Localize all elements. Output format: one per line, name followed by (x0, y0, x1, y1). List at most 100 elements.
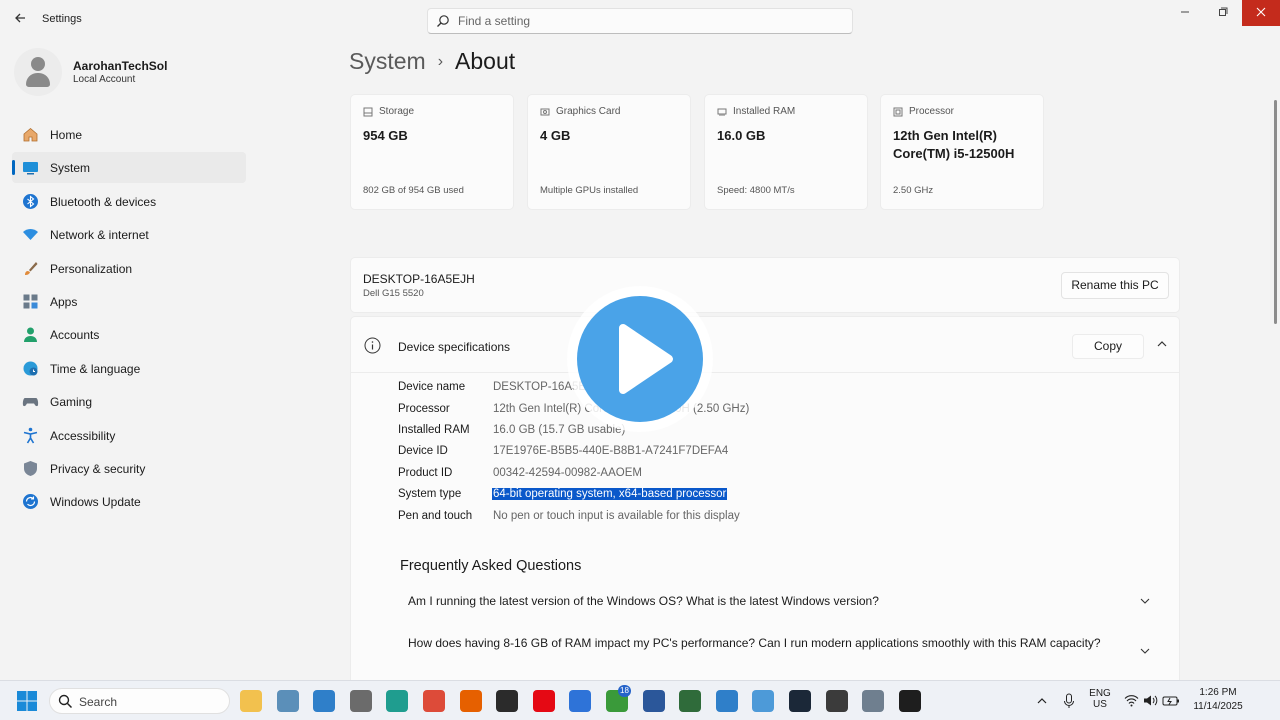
settings-icon[interactable] (862, 690, 884, 712)
breadcrumb-parent[interactable]: System (349, 48, 426, 74)
taskbar-search-label: Search (79, 695, 118, 709)
video-play-button[interactable] (567, 286, 713, 432)
spec-key: System type (398, 488, 462, 500)
pc-model: Dell G15 5520 (363, 288, 424, 299)
close-button[interactable] (1242, 0, 1280, 26)
input-language[interactable]: ENG US (1088, 688, 1112, 710)
photos-icon[interactable] (313, 690, 335, 712)
chevron-down-icon[interactable] (1139, 595, 1151, 607)
cube-app-icon[interactable] (679, 690, 701, 712)
processor-icon (893, 107, 903, 117)
sidebar-item-privacy[interactable]: Privacy & security (12, 453, 246, 484)
avatar (14, 48, 62, 96)
card-title: Graphics Card (556, 106, 621, 117)
chevron-up-icon[interactable] (1155, 337, 1169, 351)
taskbar: Search 18 ENG US 1:26 PM 11/14/2025 (0, 680, 1280, 720)
network-icon (23, 229, 38, 241)
battery-icon[interactable] (1162, 694, 1180, 707)
system-clock[interactable]: 1:26 PM 11/14/2025 (1188, 686, 1248, 714)
notification-badge: 18 (618, 685, 631, 697)
microphone-icon[interactable] (1063, 693, 1075, 709)
back-button[interactable] (8, 10, 32, 30)
card-title: Processor (909, 106, 955, 117)
paintbrush-icon (25, 261, 38, 275)
terminal-icon[interactable] (899, 690, 921, 712)
copy-button[interactable]: Copy (1072, 334, 1144, 359)
sidebar-item-network[interactable]: Network & internet (12, 219, 246, 250)
sidebar-item-personalization[interactable]: Personalization (12, 253, 246, 284)
sidebar-item-system[interactable]: System (12, 152, 246, 184)
start-windows-icon[interactable] (16, 690, 38, 712)
card-title: Storage (379, 106, 415, 117)
installed-ram-card[interactable]: Installed RAM 16.0 GB Speed: 4800 MT/s (704, 94, 868, 210)
sidebar-item-apps[interactable]: Apps (12, 286, 246, 317)
sidebar-item-label: Accounts (50, 328, 100, 343)
sidebar-item-label: System (50, 161, 91, 176)
minimize-button[interactable] (1166, 0, 1204, 26)
region-code: US (1093, 699, 1107, 710)
search-box[interactable] (427, 8, 853, 34)
back-arrow-icon (15, 13, 25, 23)
rename-pc-button[interactable]: Rename this PC (1061, 272, 1169, 299)
processor-card[interactable]: Processor 12th Gen Intel(R) Core(TM) i5-… (880, 94, 1044, 210)
wifi-icon[interactable] (1124, 694, 1139, 707)
file-explorer-icon[interactable] (240, 690, 262, 712)
graphics-card-card[interactable]: Graphics Card 4 GB Multiple GPUs install… (527, 94, 691, 210)
spec-value[interactable]: 16.0 GB (15.7 GB usable) (493, 424, 625, 436)
restore-button[interactable] (1204, 0, 1242, 26)
sidebar-item-label: Network & internet (50, 228, 149, 243)
chevron-up-icon[interactable] (1036, 695, 1048, 707)
spec-value-selected[interactable]: 64-bit operating system, x64-based proce… (492, 488, 728, 500)
device-specifications-header[interactable]: Device specifications Copy (351, 317, 1179, 373)
storage-card[interactable]: Storage 954 GB 802 GB of 954 GB used (350, 94, 514, 210)
xbox-icon[interactable]: 18 (606, 685, 631, 712)
spec-value[interactable]: 00342-42594-00982-AAOEM (493, 467, 642, 479)
files-app-icon[interactable] (277, 690, 299, 712)
apps-icon (23, 294, 38, 309)
sidebar-item-accessibility[interactable]: Accessibility (12, 420, 246, 451)
chrome-icon[interactable] (423, 690, 445, 712)
netflix-icon[interactable] (533, 690, 555, 712)
spec-key: Device name (398, 381, 466, 393)
minimize-icon (1181, 11, 1189, 13)
faq-item[interactable]: Am I running the latest version of the W… (408, 594, 879, 608)
sidebar-item-time-language[interactable]: Time & language (12, 353, 246, 384)
search-icon (437, 15, 449, 27)
paint-app-icon[interactable] (752, 690, 774, 712)
sidebar-item-home[interactable]: Home (12, 119, 246, 150)
sidebar-item-accounts[interactable]: Accounts (12, 319, 246, 350)
globe-clock-icon (23, 361, 38, 376)
pc-name: DESKTOP-16A5EJH (363, 272, 475, 286)
gamepad-icon (22, 398, 39, 407)
info-icon (364, 337, 381, 354)
firefox-icon[interactable] (460, 690, 482, 712)
scrollbar-thumb[interactable] (1274, 100, 1277, 324)
steam-icon[interactable] (789, 690, 811, 712)
obs-icon[interactable] (496, 690, 518, 712)
spec-value[interactable]: 17E1976E-B5B5-440E-B8B1-A7241F7DEFA4 (493, 445, 728, 457)
faq-item[interactable]: How does having 8-16 GB of RAM impact my… (408, 636, 1101, 650)
chevron-down-icon[interactable] (1139, 645, 1151, 657)
sidebar-item-label: Time & language (50, 361, 141, 376)
taskbar-search[interactable]: Search (49, 688, 230, 714)
search-input[interactable] (458, 12, 838, 30)
gpu-icon (540, 108, 550, 116)
title-bar: Settings (0, 0, 1280, 40)
play-icon-background (577, 296, 703, 422)
sidebar-item-gaming[interactable]: Gaming (12, 386, 246, 417)
edge-icon[interactable] (386, 690, 408, 712)
user-profile[interactable]: AarohanTechSol Local Account (14, 48, 234, 96)
word-icon[interactable] (643, 690, 665, 712)
sidebar-item-bluetooth[interactable]: Bluetooth & devices (12, 186, 246, 217)
card-subtitle: Speed: 4800 MT/s (717, 185, 795, 196)
spec-value[interactable]: No pen or touch input is available for t… (493, 510, 740, 522)
sidebar-item-windows-update[interactable]: Windows Update (12, 486, 246, 517)
spec-key: Product ID (398, 466, 453, 479)
search-icon (58, 694, 73, 709)
browser-app-icon[interactable] (716, 690, 738, 712)
nvidia-app-icon[interactable] (826, 690, 848, 712)
store-icon[interactable] (569, 690, 591, 712)
calculator-icon[interactable] (350, 690, 372, 712)
volume-icon[interactable] (1143, 694, 1158, 707)
card-subtitle: 802 GB of 954 GB used (363, 185, 464, 196)
